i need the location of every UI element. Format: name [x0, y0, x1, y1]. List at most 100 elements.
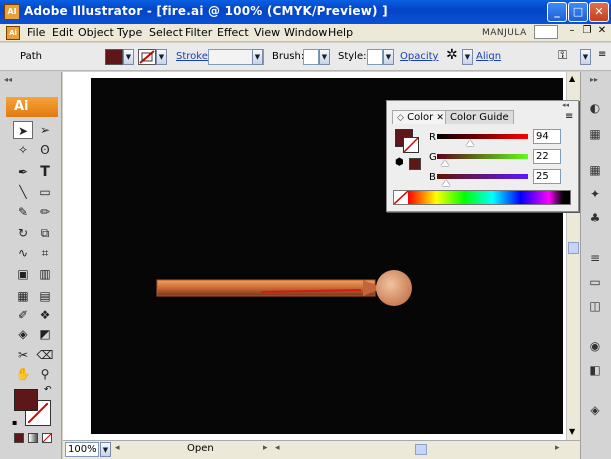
menu-help[interactable]: Help	[328, 26, 353, 39]
menu-effect[interactable]: Effect	[217, 26, 249, 39]
red-slider[interactable]	[437, 134, 528, 139]
tab-color[interactable]: ◇ Color ✕	[392, 110, 449, 124]
menu-window[interactable]: Window	[284, 26, 327, 39]
document-icon[interactable]: Ai	[6, 26, 20, 40]
horizontal-scroll-thumb[interactable]	[415, 444, 427, 455]
vertical-scroll-thumb[interactable]	[568, 242, 579, 254]
transparency-panel-icon[interactable]: ◫	[584, 296, 606, 316]
fill-swatch[interactable]	[105, 49, 123, 65]
none-mode-icon[interactable]	[42, 433, 52, 443]
color-panel-icon[interactable]: ◐	[584, 98, 606, 118]
collapse-dock-icon[interactable]: ◂◂	[4, 75, 12, 84]
tab-close-icon[interactable]: ✕	[436, 113, 444, 123]
scroll-down-icon[interactable]: ▼	[569, 427, 575, 436]
stroke-color-swatch[interactable]	[403, 137, 419, 153]
appearance-panel-icon[interactable]: ◉	[584, 336, 606, 356]
green-value-field[interactable]: 22	[533, 149, 561, 164]
live-paint-selection-tool-icon[interactable]: ◩	[35, 325, 55, 343]
zoom-tool-icon[interactable]: ⚲	[35, 365, 55, 383]
warp-tool-icon[interactable]: ∿	[13, 244, 33, 262]
rectangle-tool-icon[interactable]: ▭	[35, 183, 55, 201]
menu-edit[interactable]: Edit	[52, 26, 73, 39]
expand-dock-icon[interactable]: ▸▸	[590, 75, 598, 84]
red-value-field[interactable]: 94	[533, 129, 561, 144]
search-input[interactable]	[534, 25, 558, 39]
line-tool-icon[interactable]: ╲	[13, 183, 33, 201]
lasso-tool-icon[interactable]: ʘ	[35, 141, 55, 159]
color-spectrum[interactable]	[393, 190, 571, 205]
menu-view[interactable]: View	[254, 26, 280, 39]
direct-selection-tool-icon[interactable]: ➢	[35, 121, 55, 139]
arrange-dropdown[interactable]: ▼	[580, 49, 591, 65]
status-menu-icon[interactable]: ▸	[263, 443, 268, 453]
menu-file[interactable]: File	[27, 26, 45, 39]
style-dropdown[interactable]: ▼	[383, 49, 394, 65]
scale-tool-icon[interactable]: ⧉	[35, 224, 55, 242]
gradient-tool-icon[interactable]: ▤	[35, 287, 55, 305]
stroke-weight-dropdown[interactable]: ▼	[252, 49, 263, 65]
paintbrush-tool-icon[interactable]: ✎	[13, 203, 33, 221]
eyedropper-tool-icon[interactable]: ✐	[13, 306, 33, 324]
stroke-panel-icon[interactable]: ≡	[584, 248, 606, 268]
selection-tool-icon[interactable]: ➤	[13, 121, 33, 139]
stroke-label[interactable]: Stroke:	[176, 51, 211, 62]
scroll-right-icon[interactable]: ▸	[555, 443, 560, 453]
align-link[interactable]: Align	[476, 51, 501, 62]
free-transform-tool-icon[interactable]: ⌗	[35, 244, 55, 262]
collapse-panel-icon[interactable]: ◂◂	[562, 101, 569, 109]
symbol-sprayer-tool-icon[interactable]: ▣	[13, 265, 33, 283]
color-mode-icon[interactable]	[14, 433, 24, 443]
none-color-icon[interactable]	[394, 191, 408, 204]
magic-wand-tool-icon[interactable]: ✧	[13, 141, 33, 159]
scroll-up-icon[interactable]: ▲	[569, 74, 575, 83]
color-guide-icon[interactable]: ▦	[584, 124, 606, 144]
blue-value-field[interactable]: 25	[533, 169, 561, 184]
maximize-button[interactable]: □	[568, 2, 588, 22]
tab-color-guide[interactable]: Color Guide	[445, 110, 514, 124]
menu-select[interactable]: Select	[149, 26, 183, 39]
scroll-left-icon[interactable]: ◂	[275, 443, 280, 453]
menu-object[interactable]: Object	[78, 26, 114, 39]
stroke-dropdown[interactable]: ▼	[156, 49, 167, 65]
symbols-panel-icon[interactable]: ♣	[584, 208, 606, 228]
swatches-panel-icon[interactable]: ▦	[584, 160, 606, 180]
eraser-tool-icon[interactable]: ⌫	[35, 346, 55, 364]
brush-field[interactable]	[303, 49, 319, 65]
pen-tool-icon[interactable]: ✒	[13, 163, 33, 181]
opacity-link[interactable]: Opacity	[400, 51, 438, 62]
panel-menu-icon[interactable]: ≡	[598, 49, 606, 60]
doc-restore-icon[interactable]: ❐	[580, 24, 594, 38]
zoom-dropdown[interactable]: ▼	[100, 442, 111, 457]
green-slider[interactable]	[437, 154, 528, 159]
mesh-tool-icon[interactable]: ▦	[13, 287, 33, 305]
minimize-button[interactable]: _	[547, 2, 567, 22]
blend-tool-icon[interactable]: ❖	[35, 306, 55, 324]
menu-type[interactable]: Type	[117, 26, 142, 39]
recolor-artwork-icon[interactable]: ✲	[446, 47, 458, 63]
doc-close-icon[interactable]: ✕	[595, 24, 609, 38]
pencil-tool-icon[interactable]: ✏	[35, 203, 55, 221]
menu-filter[interactable]: Filter	[185, 26, 212, 39]
green-slider-handle[interactable]	[441, 160, 449, 166]
blue-slider-handle[interactable]	[442, 180, 450, 186]
layers-panel-icon[interactable]: ◈	[584, 400, 606, 420]
style-field[interactable]	[367, 49, 383, 65]
gradient-panel-icon[interactable]: ▭	[584, 272, 606, 292]
brushes-panel-icon[interactable]: ✦	[584, 184, 606, 204]
arrange-documents-icon[interactable]: ⚿	[558, 48, 567, 63]
close-button[interactable]: ✕	[589, 2, 609, 22]
fill-color-box[interactable]	[14, 389, 38, 411]
zoom-field[interactable]: 100%	[65, 442, 99, 457]
out-of-gamut-icon[interactable]: ⬢	[395, 157, 404, 168]
red-slider-handle[interactable]	[466, 140, 474, 146]
graphic-styles-panel-icon[interactable]: ◧	[584, 360, 606, 380]
stroke-swatch[interactable]	[138, 49, 156, 65]
live-paint-bucket-tool-icon[interactable]: ◈	[13, 325, 33, 343]
swap-fill-stroke-icon[interactable]: ↶	[44, 385, 52, 395]
default-fill-stroke-icon[interactable]: ▪	[12, 418, 17, 427]
panel-options-icon[interactable]: ≡	[565, 111, 573, 122]
illustrator-app-icon[interactable]: AI	[4, 4, 20, 20]
web-safe-color-swatch[interactable]	[409, 158, 421, 170]
blue-slider[interactable]	[437, 174, 528, 179]
gradient-mode-icon[interactable]	[28, 433, 38, 443]
